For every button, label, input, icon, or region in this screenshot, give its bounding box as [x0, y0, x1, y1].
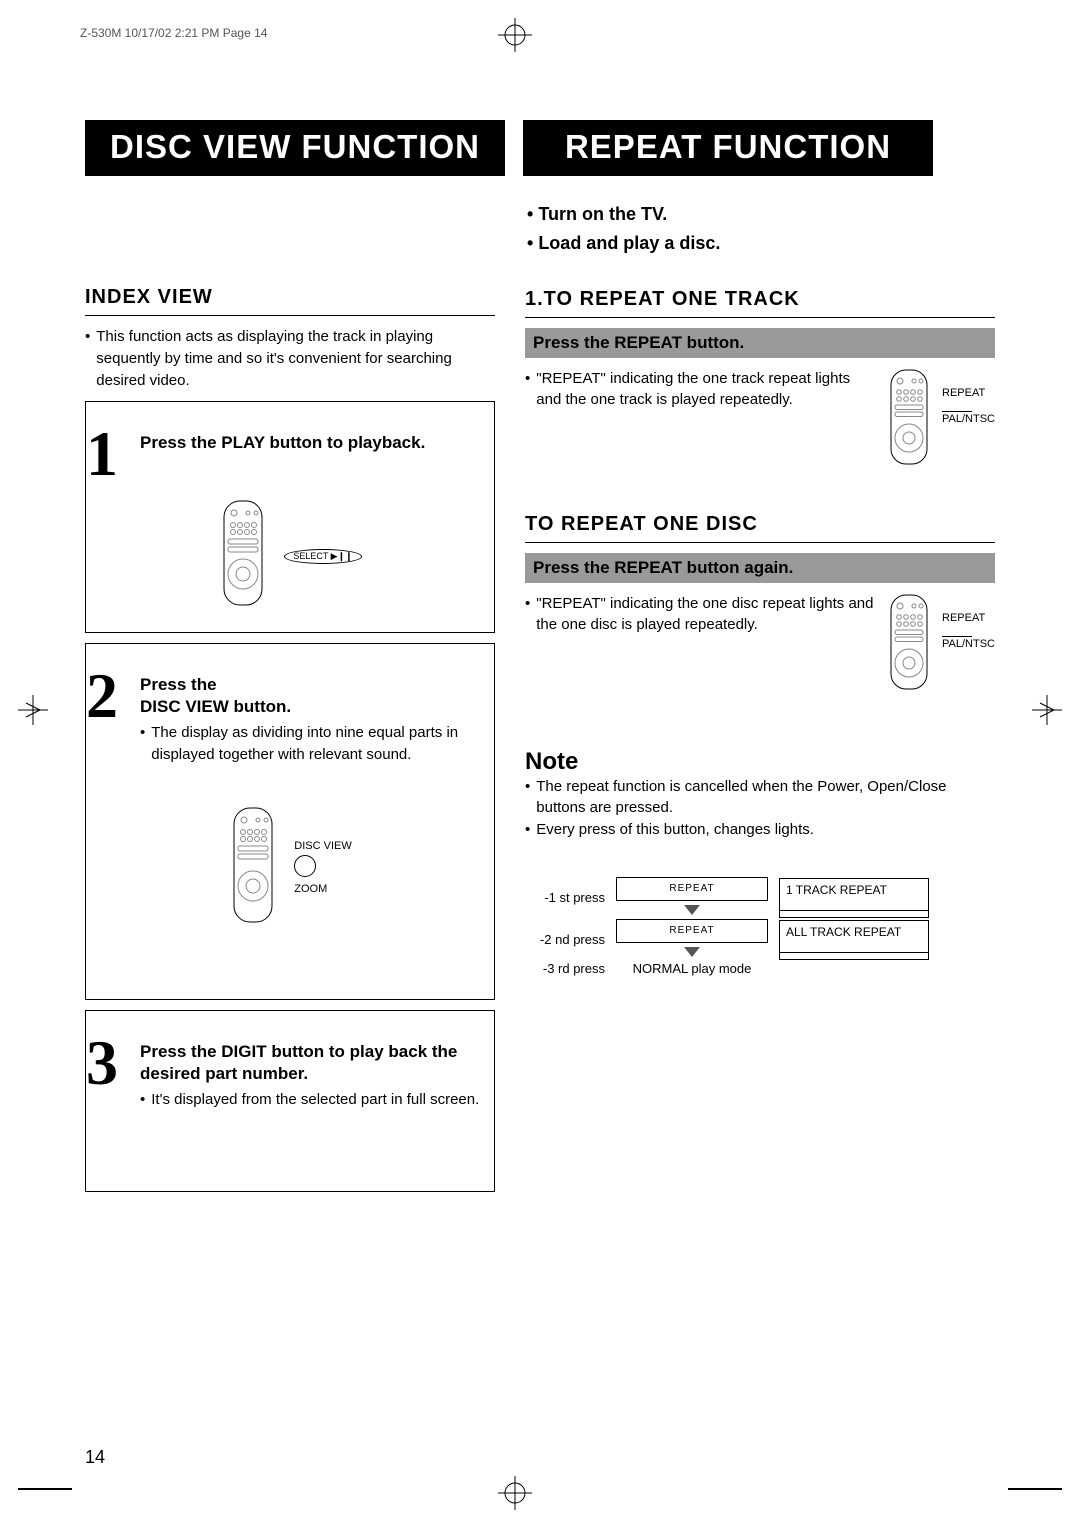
- remote-icon: [218, 499, 268, 614]
- palntsc-label: PAL/NTSC: [942, 637, 995, 652]
- repeat-label: REPEAT: [942, 611, 995, 626]
- step-number-1: 1: [86, 428, 130, 479]
- repeat-one-disc-desc: "REPEAT" indicating the one disc repeat …: [525, 593, 876, 637]
- note-item-2: Every press of this button, changes ligh…: [525, 819, 995, 841]
- note-heading: Note: [525, 748, 995, 776]
- step2-title-line2: DISC VIEW button.: [140, 696, 494, 718]
- repeat-button-instruction-2: Press the REPEAT button again.: [525, 553, 995, 583]
- title-repeat-function: REPEAT FUNCTION: [523, 120, 933, 176]
- step3-description: It's displayed from the selected part in…: [140, 1089, 494, 1111]
- step-number-3: 3: [86, 1037, 130, 1111]
- repeat-one-track-desc: "REPEAT" indicating the one track repeat…: [525, 368, 876, 412]
- repeat-one-disc-heading: TO REPEAT ONE DISC: [525, 513, 995, 543]
- right-column: • Turn on the TV. • Load and play a disc…: [525, 186, 995, 1192]
- step1-title: Press the PLAY button to playback.: [140, 432, 494, 454]
- display-1-track-repeat: 1 TRACK REPEAT: [779, 878, 929, 918]
- press-1-label: -1 st press: [525, 890, 605, 905]
- step2-description: The display as dividing into nine equal …: [140, 722, 494, 766]
- repeat-label: REPEAT: [942, 386, 995, 401]
- edge-mark-right: [1008, 1488, 1062, 1490]
- prep-item-2: • Load and play a disc.: [527, 229, 995, 258]
- index-view-heading: INDEX VIEW: [85, 286, 495, 316]
- step3-title: Press the DIGIT button to play back the …: [140, 1041, 494, 1085]
- page-number: 14: [85, 1447, 105, 1468]
- repeat-indicator-box: REPEAT: [616, 877, 768, 901]
- arrow-down-icon: [684, 947, 700, 957]
- select-button-label: SELECT ▶❙❙: [284, 549, 361, 564]
- crop-mark-left-icon: [18, 695, 48, 730]
- index-view-description: This function acts as displaying the tra…: [85, 326, 495, 391]
- edge-mark-left: [18, 1488, 72, 1490]
- remote-icon: [886, 368, 932, 473]
- left-column: INDEX VIEW This function acts as display…: [85, 186, 495, 1192]
- prep-item-1: • Turn on the TV.: [527, 200, 995, 229]
- disc-view-button-label: DISC VIEW ZOOM: [294, 839, 351, 897]
- repeat-one-track-heading: 1.TO REPEAT ONE TRACK: [525, 288, 995, 318]
- page-meta-header: Z-530M 10/17/02 2:21 PM Page 14: [80, 26, 267, 40]
- press-3-label: -3 rd press: [525, 961, 605, 976]
- remote-icon: [228, 806, 278, 931]
- remote-icon: [886, 593, 932, 698]
- crop-mark-right-icon: [1032, 695, 1062, 730]
- arrow-down-icon: [684, 905, 700, 915]
- step-number-2: 2: [86, 670, 130, 766]
- crop-mark-top-icon: [498, 18, 532, 52]
- note-item-1: The repeat function is cancelled when th…: [525, 776, 995, 820]
- normal-play-mode-label: NORMAL play mode: [617, 961, 767, 976]
- disc-view-circle-icon: [294, 855, 316, 877]
- press-sequence-diagram: -1 st press REPEAT 1 TRACK REPEAT -2 nd …: [525, 877, 995, 976]
- press-2-label: -2 nd press: [525, 932, 605, 947]
- step2-title-line1: Press the: [140, 674, 494, 696]
- title-disc-view: DISC VIEW FUNCTION: [85, 120, 505, 176]
- palntsc-label: PAL/NTSC: [942, 412, 995, 427]
- crop-mark-bottom-icon: [498, 1476, 532, 1510]
- repeat-indicator-box: REPEAT: [616, 919, 768, 943]
- repeat-button-instruction-1: Press the REPEAT button.: [525, 328, 995, 358]
- display-all-track-repeat: ALL TRACK REPEAT: [779, 920, 929, 960]
